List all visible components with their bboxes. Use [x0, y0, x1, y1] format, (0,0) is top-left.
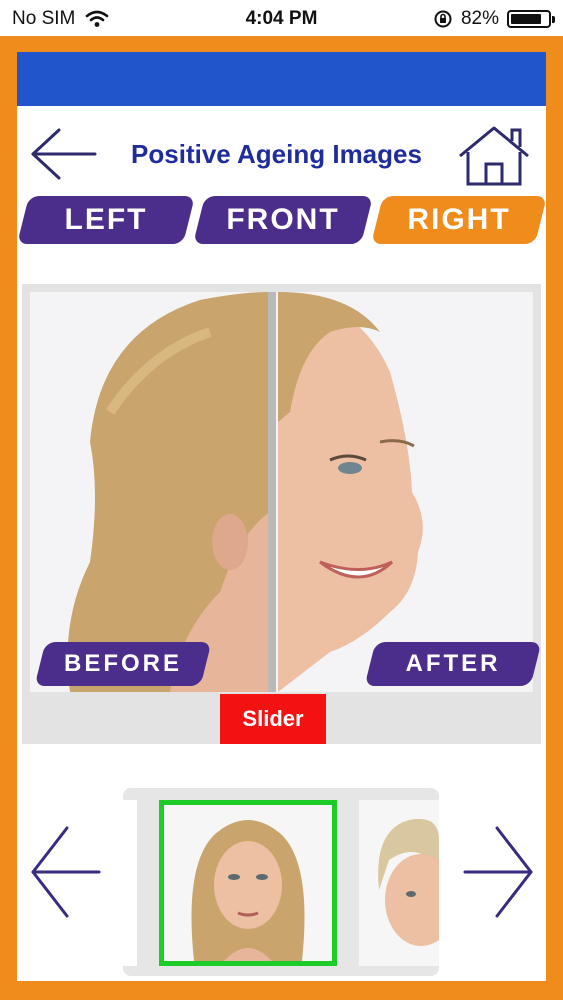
thumbnail-next[interactable]: [359, 800, 439, 966]
battery-fill: [511, 14, 541, 24]
before-after-viewer: BEFORE AFTER Slider: [22, 284, 542, 744]
face-image: [30, 292, 533, 692]
tab-right[interactable]: RIGHT: [371, 196, 546, 244]
view-tabs: LEFT FRONT RIGHT: [17, 196, 546, 252]
comparison-divider[interactable]: [268, 292, 276, 692]
page-title: Positive Ageing Images: [131, 139, 422, 169]
orientation-lock-icon: [434, 10, 452, 28]
tab-left-label: LEFT: [64, 203, 148, 236]
home-icon[interactable]: [454, 122, 534, 188]
status-right: 82%: [433, 8, 555, 30]
after-label-box: AFTER: [364, 642, 542, 686]
tab-front[interactable]: FRONT: [193, 196, 373, 244]
slider-button[interactable]: Slider: [220, 694, 326, 744]
thumbnail-partial-left[interactable]: [123, 800, 137, 966]
thumbnail-face-image: [164, 805, 332, 961]
battery-icon: [507, 10, 555, 28]
back-arrow-icon[interactable]: [29, 124, 99, 184]
thumbnail-carousel[interactable]: [123, 788, 439, 976]
battery-percent: 82%: [460, 8, 499, 29]
tab-front-label: FRONT: [226, 203, 340, 236]
next-image-icon[interactable]: [457, 822, 537, 922]
prev-image-icon[interactable]: [27, 822, 107, 922]
before-label: BEFORE: [63, 650, 182, 677]
thumbnail-selected[interactable]: [159, 800, 337, 966]
tab-left[interactable]: LEFT: [17, 196, 195, 244]
face-comparison-photo: [30, 292, 533, 692]
top-blue-bar: [17, 52, 546, 106]
app-content: Positive Ageing Images LEFT FRONT RIGHT: [17, 52, 546, 981]
app-frame: Positive Ageing Images LEFT FRONT RIGHT: [0, 36, 563, 1000]
before-label-box: BEFORE: [34, 642, 212, 686]
header: Positive Ageing Images: [17, 106, 546, 196]
thumbnail-next-face-image: [359, 800, 439, 966]
tab-right-label: RIGHT: [407, 203, 511, 236]
after-label: AFTER: [405, 650, 501, 677]
status-bar: No SIM 4:04 PM 82%: [0, 0, 563, 36]
